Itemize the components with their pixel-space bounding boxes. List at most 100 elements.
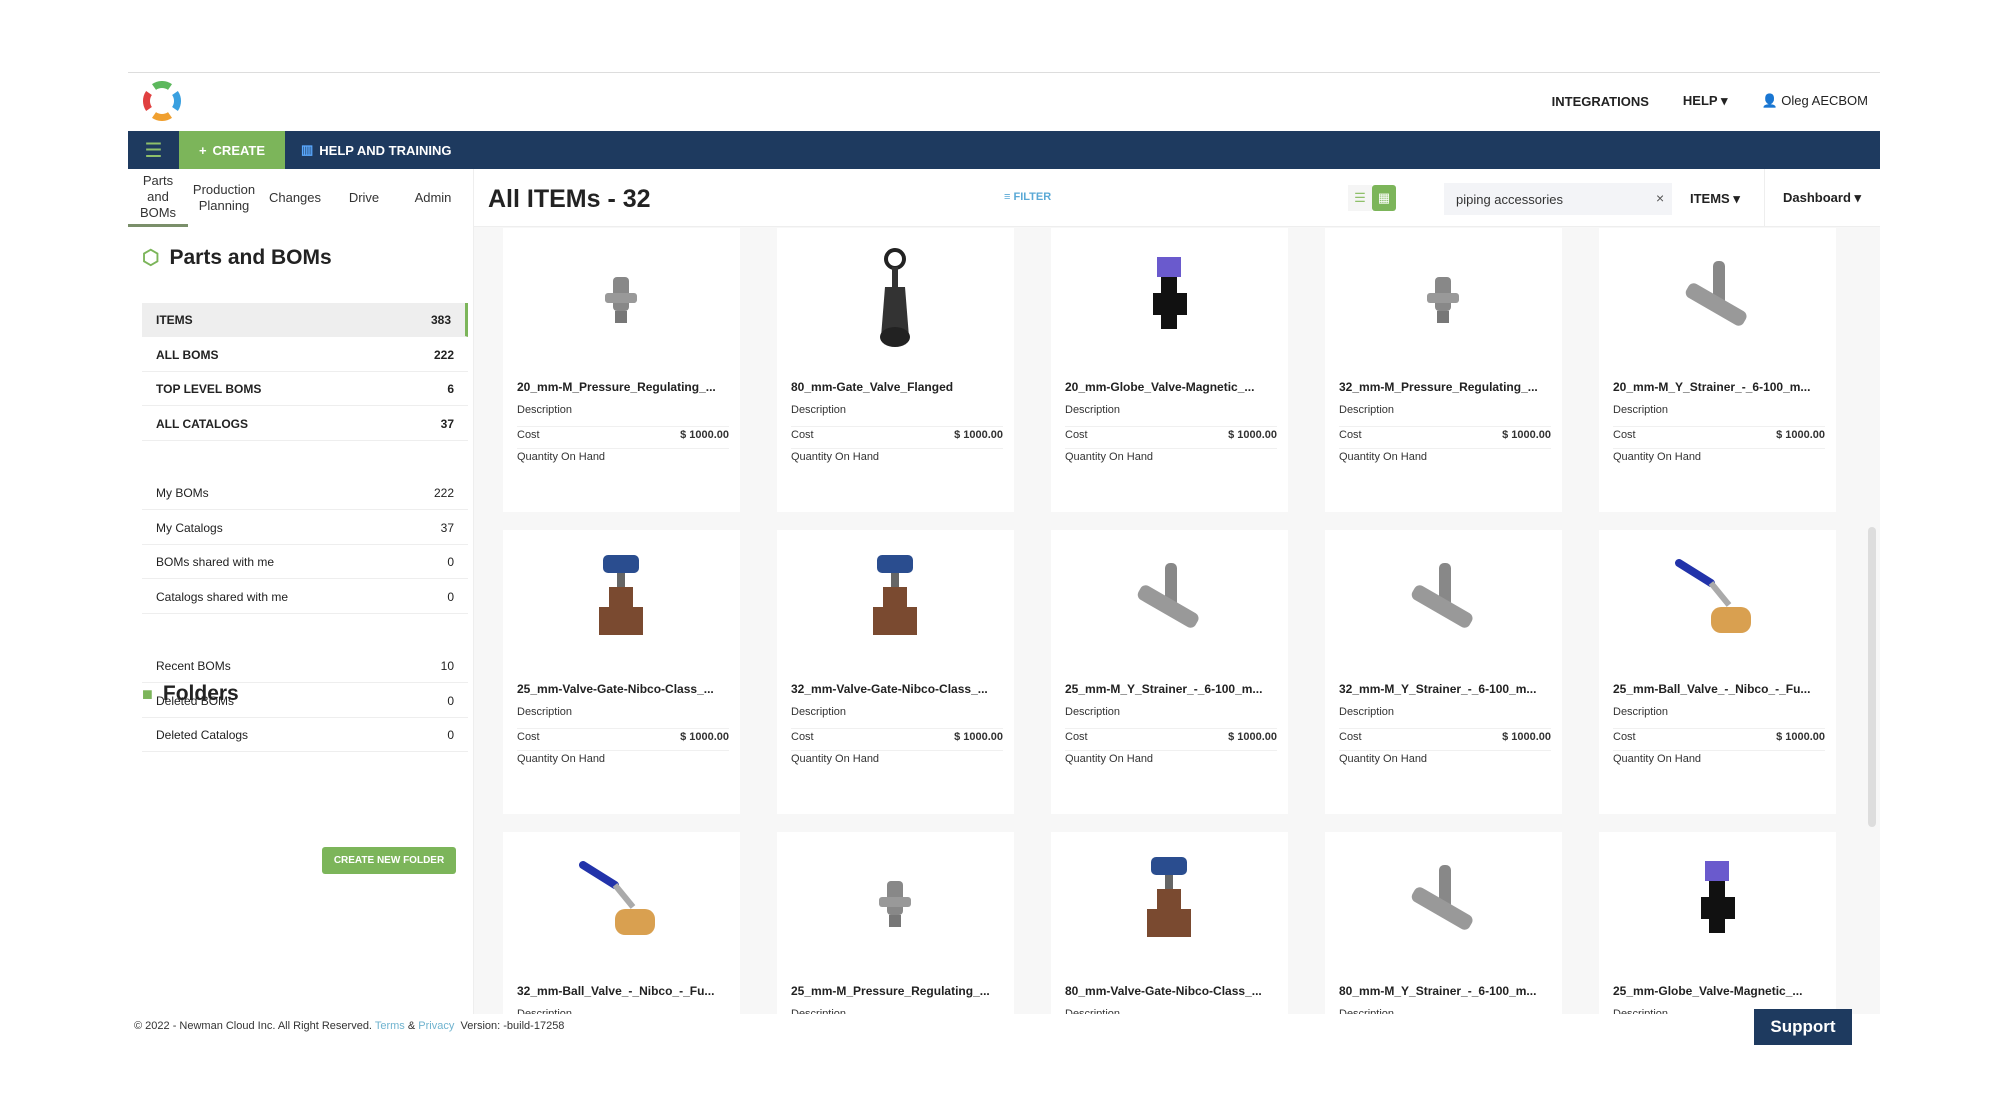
terms-link[interactable]: Terms (375, 1020, 405, 1032)
y-strainer-icon (1411, 563, 1473, 628)
cost-value: $ 1000.00 (1776, 429, 1825, 441)
item-name[interactable]: 20_mm-M_Pressure_Regulating_... (517, 380, 729, 394)
dashboard-dropdown[interactable]: Dashboard ▾ (1764, 169, 1861, 227)
item-card[interactable]: 32_mm-M_Y_Strainer_-_6-100_m... Descript… (1325, 530, 1562, 814)
item-card[interactable]: 25_mm-Globe_Valve-Magnetic_... Descripti… (1599, 832, 1836, 1014)
item-name[interactable]: 25_mm-Ball_Valve_-_Nibco_-_Fu... (1613, 682, 1825, 696)
tab-production-planning[interactable]: Production Planning (188, 169, 260, 227)
item-name[interactable]: 25_mm-M_Pressure_Regulating_... (791, 984, 1003, 998)
items-dropdown[interactable]: ITEMS ▾ (1690, 191, 1740, 207)
help-menu[interactable]: HELP ▾ (1683, 93, 1728, 109)
sidebar-item[interactable]: Deleted Catalogs 0 (142, 718, 468, 752)
description-field: Description (1065, 404, 1277, 416)
item-name[interactable]: 20_mm-M_Y_Strainer_-_6-100_m... (1613, 380, 1825, 394)
cost-field: Cost $ 1000.00 (1065, 426, 1277, 441)
sidebar-item[interactable]: BOMs shared with me 0 (142, 545, 468, 579)
support-button[interactable]: Support (1754, 1009, 1852, 1045)
create-new-folder-button[interactable]: CREATE NEW FOLDER (322, 847, 456, 874)
item-card[interactable]: 32_mm-Valve-Gate-Nibco-Class_... Descrip… (777, 530, 1014, 814)
create-button[interactable]: + CREATE (179, 131, 285, 169)
quantity-field: Quantity On Hand (791, 448, 1003, 463)
quantity-field: Quantity On Hand (1339, 448, 1551, 463)
description-field: Description (791, 404, 1003, 416)
item-card[interactable]: 25_mm-Valve-Gate-Nibco-Class_... Descrip… (503, 530, 740, 814)
tab-admin[interactable]: Admin (398, 169, 468, 227)
filter-button[interactable]: ≡ FILTER (1004, 191, 1051, 203)
item-name[interactable]: 32_mm-Ball_Valve_-_Nibco_-_Fu... (517, 984, 729, 998)
item-card[interactable]: 80_mm-Gate_Valve_Flanged Description Cos… (777, 228, 1014, 512)
sidebar-item[interactable]: Deleted BOMs 0 (142, 684, 468, 718)
bronze-gate-valve-icon (599, 555, 643, 635)
logo-icon[interactable] (142, 81, 182, 121)
item-card[interactable]: 20_mm-M_Y_Strainer_-_6-100_m... Descript… (1599, 228, 1836, 512)
cost-label: Cost (517, 429, 540, 441)
sidebar-item[interactable]: ALL CATALOGS 37 (142, 407, 468, 441)
sidebar-item-count: 37 (440, 520, 454, 535)
cost-value: $ 1000.00 (1776, 731, 1825, 743)
sidebar-item[interactable]: ITEMS 383 (142, 303, 468, 337)
sidebar-item[interactable]: Recent BOMs 10 (142, 649, 468, 683)
item-card[interactable]: 25_mm-M_Pressure_Regulating_... Descript… (777, 832, 1014, 1014)
list-view-icon[interactable]: ☰ (1348, 185, 1372, 211)
cost-value: $ 1000.00 (1502, 429, 1551, 441)
sidebar-item-count: 222 (433, 485, 454, 500)
sidebar-item[interactable]: ALL BOMS 222 (142, 338, 468, 372)
copyright: © 2022 - Newman Cloud Inc. All Right Res… (134, 1020, 372, 1032)
scrollbar[interactable] (1868, 527, 1876, 827)
item-name[interactable]: 25_mm-M_Y_Strainer_-_6-100_m... (1065, 682, 1277, 696)
grid-view-icon[interactable]: ▦ (1372, 185, 1396, 211)
cost-value: $ 1000.00 (954, 731, 1003, 743)
description-label: Description (517, 404, 573, 416)
hamburger-menu-icon[interactable]: ☰ (128, 131, 179, 169)
description-label: Description (1339, 404, 1395, 416)
quantity-label: Quantity On Hand (1065, 753, 1154, 765)
quantity-label: Quantity On Hand (517, 753, 606, 765)
privacy-link[interactable]: Privacy (418, 1020, 454, 1032)
sidebar-item-count: 0 (447, 554, 454, 569)
item-name[interactable]: 20_mm-Globe_Valve-Magnetic_... (1065, 380, 1277, 394)
sidebar-item-count: 37 (440, 416, 454, 431)
item-card[interactable]: 32_mm-M_Pressure_Regulating_... Descript… (1325, 228, 1562, 512)
item-name[interactable]: 80_mm-M_Y_Strainer_-_6-100_m... (1339, 984, 1551, 998)
item-card[interactable]: 20_mm-M_Pressure_Regulating_... Descript… (503, 228, 740, 512)
cost-field: Cost $ 1000.00 (1339, 728, 1551, 743)
clear-search-icon[interactable]: × (1656, 190, 1664, 206)
pressure-regulator-icon (879, 881, 911, 927)
item-card[interactable]: 20_mm-Globe_Valve-Magnetic_... Descripti… (1051, 228, 1288, 512)
quantity-field: Quantity On Hand (791, 750, 1003, 765)
tab-changes[interactable]: Changes (260, 169, 330, 227)
item-name[interactable]: 32_mm-M_Y_Strainer_-_6-100_m... (1339, 682, 1551, 696)
sidebar-title-text: Parts and BOMs (169, 245, 332, 269)
item-name[interactable]: 32_mm-Valve-Gate-Nibco-Class_... (791, 682, 1003, 696)
pressure-regulator-icon (605, 277, 637, 323)
sidebar-item[interactable]: Catalogs shared with me 0 (142, 580, 468, 614)
sidebar: ⬡ Parts and BOMs ■ Folders CREATE NEW FOLD… (128, 227, 474, 1014)
tab-drive[interactable]: Drive (330, 169, 398, 227)
item-name[interactable]: 80_mm-Valve-Gate-Nibco-Class_... (1065, 984, 1277, 998)
tab-parts-and-boms[interactable]: Parts and BOMs (128, 169, 188, 227)
description-field: Description (1613, 706, 1825, 718)
sidebar-item[interactable]: My Catalogs 37 (142, 511, 468, 545)
item-card[interactable]: 32_mm-Ball_Valve_-_Nibco_-_Fu... Descrip… (503, 832, 740, 1014)
sidebar-item[interactable]: My BOMs 222 (142, 476, 468, 510)
toolbar: ☰ + CREATE ▥ HELP AND TRAINING (128, 131, 1880, 169)
quantity-label: Quantity On Hand (1613, 753, 1702, 765)
quantity-label: Quantity On Hand (517, 451, 606, 463)
item-name[interactable]: 25_mm-Valve-Gate-Nibco-Class_... (517, 682, 729, 696)
item-name[interactable]: 25_mm-Globe_Valve-Magnetic_... (1613, 984, 1825, 998)
user-menu[interactable]: 👤 Oleg AECBOM (1761, 93, 1868, 109)
help-and-training-button[interactable]: ▥ HELP AND TRAINING (301, 142, 451, 158)
integrations-link[interactable]: INTEGRATIONS (1552, 94, 1649, 109)
item-card[interactable]: 80_mm-M_Y_Strainer_-_6-100_m... Descript… (1325, 832, 1562, 1014)
item-card[interactable]: 80_mm-Valve-Gate-Nibco-Class_... Descrip… (1051, 832, 1288, 1014)
search-input[interactable] (1444, 183, 1672, 215)
item-name[interactable]: 32_mm-M_Pressure_Regulating_... (1339, 380, 1551, 394)
item-card[interactable]: 25_mm-M_Y_Strainer_-_6-100_m... Descript… (1051, 530, 1288, 814)
item-name[interactable]: 80_mm-Gate_Valve_Flanged (791, 380, 1003, 394)
cost-label: Cost (791, 429, 814, 441)
quantity-field: Quantity On Hand (1613, 448, 1825, 463)
user-icon: 👤 (1761, 93, 1778, 108)
gate-valve-icon (880, 248, 910, 347)
sidebar-item[interactable]: TOP LEVEL BOMS 6 (142, 372, 468, 406)
item-card[interactable]: 25_mm-Ball_Valve_-_Nibco_-_Fu... Descrip… (1599, 530, 1836, 814)
